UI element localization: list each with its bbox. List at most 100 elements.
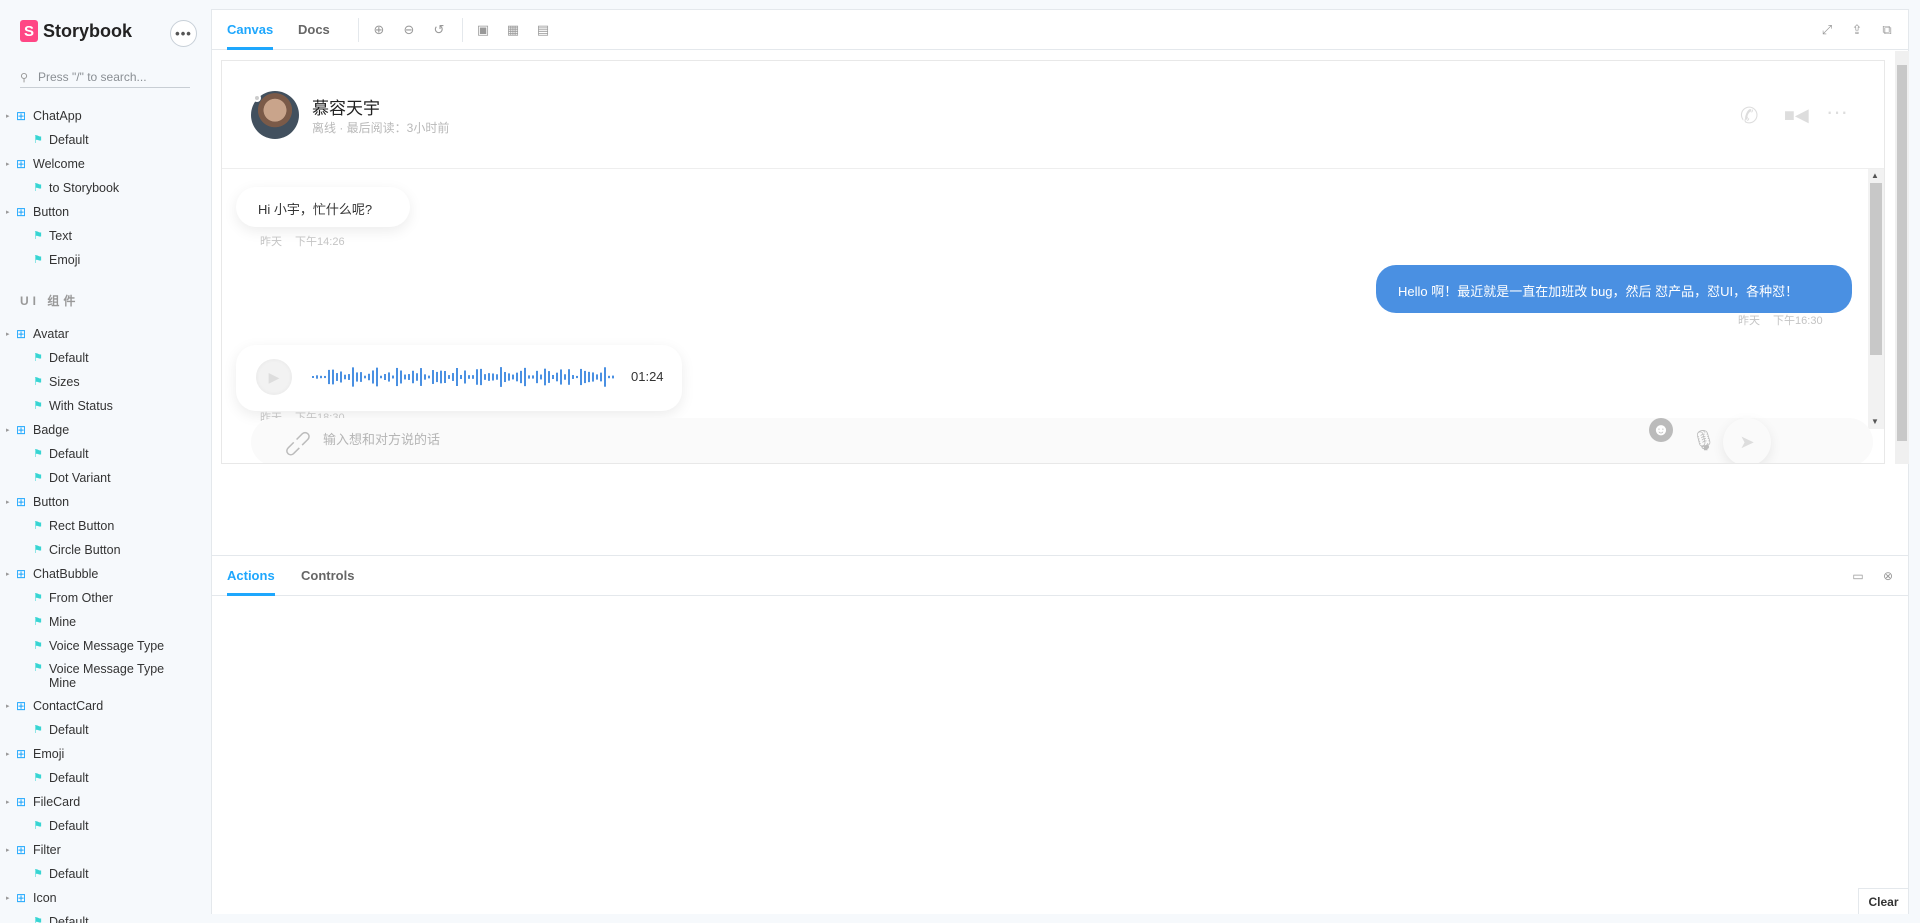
waveform-bar [340,371,342,383]
sidebar-item-label: Emoji [49,253,81,267]
sidebar-story-item[interactable]: ⚑ Default [33,912,89,923]
sidebar-story-item[interactable]: ⚑ Text [33,226,72,246]
waveform-bar [396,367,398,387]
waveform-bar [500,367,502,387]
paperclip-icon[interactable]: ⊂⊃ [277,423,318,463]
component-icon: ⊞ [16,423,27,437]
sidebar-story-item[interactable]: ⚑ Circle Button [33,540,121,560]
sidebar-component-item[interactable]: ▸ ⊞ Button [6,202,69,222]
waveform-bar [532,375,534,379]
scroll-up-icon[interactable]: ▲ [1871,171,1879,180]
voice-duration: 01:24 [631,369,664,384]
tab-canvas[interactable]: Canvas [227,10,274,50]
sidebar-story-item[interactable]: ⚑ With Status [33,396,113,416]
zoom-out-icon[interactable]: ⊖ [401,22,417,38]
play-button[interactable]: ▶ [256,359,292,395]
waveform-bar [592,372,594,382]
component-icon: ⊞ [16,157,27,171]
sidebar-component-item[interactable]: ▸ ⊞ FileCard [6,792,80,812]
sidebar-component-item[interactable]: ▸ ⊞ Button [6,492,69,512]
waveform-bar [324,375,326,379]
tab-docs[interactable]: Docs [298,10,330,50]
more-icon[interactable]: ··· [1826,99,1848,125]
share-icon[interactable]: ⇪ [1849,22,1865,38]
bookmark-icon: ⚑ [33,916,43,923]
sidebar-component-item[interactable]: ▸ ⊞ Badge [6,420,69,440]
message-input[interactable] [323,432,1523,447]
send-button[interactable]: ➤ [1723,418,1771,463]
sidebar-menu-button[interactable]: ••• [170,20,197,47]
scroll-thumb[interactable] [1870,183,1882,355]
sidebar-component-item[interactable]: ▸ ⊞ Avatar [6,324,69,344]
sidebar-story-item[interactable]: ⚑ to Storybook [33,178,119,198]
tab-controls[interactable]: Controls [301,556,354,596]
sidebar-story-item[interactable]: ⚑ Emoji [33,250,80,270]
waveform-bar [576,375,578,379]
outline-icon[interactable]: ▤ [535,22,551,38]
zoom-reset-icon[interactable]: ↺ [431,22,447,38]
status-dot [253,94,261,102]
tab-actions[interactable]: Actions [227,556,275,596]
waveform-bar [392,375,394,379]
phone-icon[interactable]: ✆ [1740,103,1758,129]
copy-link-icon[interactable]: ⧉ [1879,22,1895,38]
video-icon[interactable]: ■◀ [1784,105,1809,126]
bookmark-icon: ⚑ [33,544,43,556]
sidebar-story-item[interactable]: ⚑ Voice Message Type Mine [33,662,179,696]
fullscreen-icon[interactable]: ⤢ [1819,22,1835,38]
waveform-bar [536,370,538,384]
caret-icon: ▸ [6,427,10,434]
bookmark-icon: ⚑ [33,376,43,388]
sidebar-item-label: Voice Message Type [49,639,165,653]
sidebar-story-item[interactable]: ⚑ Default [33,130,89,150]
sidebar-story-item[interactable]: ⚑ From Other [33,588,113,608]
sidebar-story-item[interactable]: ⚑ Mine [33,612,76,632]
sidebar-story-item[interactable]: ⚑ Default [33,348,89,368]
storybook-brand[interactable]: S Storybook [20,20,132,42]
waveform-bar [460,374,462,380]
sidebar-item-label: Default [49,447,89,461]
sidebar-search[interactable]: ⚲ [20,66,190,88]
preview-toolbar: Canvas Docs ⊕ ⊖ ↺ ▣ ▦ ▤ ⤢ ⇪ ⧉ [212,10,1908,50]
sidebar-story-item[interactable]: ⚑ Default [33,444,89,464]
sidebar-story-item[interactable]: ⚑ Voice Message Type [33,636,164,656]
search-input[interactable] [38,69,188,84]
sidebar-component-item[interactable]: ▸ ⊞ ChatApp [6,106,82,126]
caret-icon: ▸ [6,895,10,902]
waveform-bar [548,371,550,383]
sidebar-component-item[interactable]: ▸ ⊞ Filter [6,840,61,860]
sidebar-story-item[interactable]: ⚑ Default [33,720,89,740]
close-panel-icon[interactable]: ⊗ [1880,568,1896,584]
canvas-scrollbar[interactable] [1895,51,1909,464]
grid-icon[interactable]: ▦ [505,22,521,38]
main-panel: Canvas Docs ⊕ ⊖ ↺ ▣ ▦ ▤ ⤢ ⇪ ⧉ 慕容天宇 离线 · … [211,9,1909,914]
sidebar-component-item[interactable]: ▸ ⊞ ChatBubble [6,564,98,584]
waveform-bar [476,369,478,385]
sidebar-component-item[interactable]: ▸ ⊞ Icon [6,888,57,908]
canvas-scroll-thumb[interactable] [1897,65,1907,441]
sidebar-story-item[interactable]: ⚑ Default [33,864,89,884]
sidebar-story-item[interactable]: ⚑ Rect Button [33,516,114,536]
sidebar-story-item[interactable]: ⚑ Dot Variant [33,468,111,488]
sidebar-story-item[interactable]: ⚑ Default [33,816,89,836]
caret-icon: ▸ [6,847,10,854]
clear-button[interactable]: Clear [1858,888,1908,914]
sidebar-component-item[interactable]: ▸ ⊞ Emoji [6,744,64,764]
message-time: 昨天 下午14:26 [260,236,345,248]
bookmark-icon: ⚑ [33,820,43,832]
sidebar-story-item[interactable]: ⚑ Sizes [33,372,80,392]
sidebar-story-item[interactable]: ⚑ Default [33,768,89,788]
waveform-bar [552,374,554,380]
waveform-bar [428,375,430,379]
background-image-icon[interactable]: ▣ [475,22,491,38]
sidebar-component-item[interactable]: ▸ ⊞ ContactCard [6,696,103,716]
scroll-down-icon[interactable]: ▼ [1871,417,1879,426]
emoji-icon[interactable]: ☻ [1649,418,1673,442]
message-scrollbar[interactable]: ▲ ▼ [1868,169,1884,429]
panel-position-icon[interactable]: ▭ [1850,568,1866,584]
sidebar-component-item[interactable]: ▸ ⊞ Welcome [6,154,85,174]
waveform-bar [332,369,334,385]
caret-icon: ▸ [6,703,10,710]
zoom-in-icon[interactable]: ⊕ [371,22,387,38]
microphone-icon[interactable]: 🎙︎ [1691,428,1716,453]
